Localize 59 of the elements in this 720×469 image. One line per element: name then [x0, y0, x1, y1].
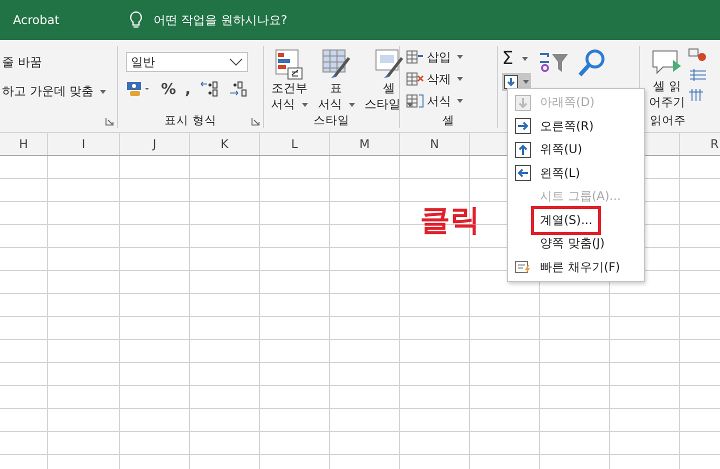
column-header[interactable]: N	[400, 133, 470, 155]
decrease-decimal-icon[interactable]	[228, 80, 249, 98]
read-cells-button[interactable]: 셀 읽 어주기	[646, 48, 688, 110]
table-format-icon	[321, 48, 352, 80]
dialog-launcher-icon[interactable]	[105, 117, 114, 126]
caret-icon	[457, 77, 463, 81]
flash-fill-icon	[515, 259, 531, 276]
menu-item[interactable]: 계열(S)...	[508, 208, 644, 232]
conditional-format-icon	[274, 48, 304, 80]
arrow-up-icon	[515, 142, 531, 158]
autosum-button[interactable]: Σ	[502, 48, 531, 69]
click-annotation: 클릭	[420, 202, 480, 240]
caret-icon	[457, 55, 463, 59]
caret-icon	[523, 80, 529, 84]
tell-me-search[interactable]: 어떤 작업을 원하시나요?	[153, 12, 288, 28]
column-header[interactable]: H	[0, 133, 48, 155]
column-header[interactable]: I	[48, 133, 120, 155]
caret-icon	[348, 102, 355, 107]
increase-decimal-icon[interactable]	[200, 80, 220, 98]
merge-center-button[interactable]: 하고 가운데 맞춤	[2, 83, 117, 100]
caret-icon	[100, 90, 106, 94]
dialog-launcher-icon[interactable]	[251, 117, 260, 126]
percent-button[interactable]: %	[161, 80, 176, 98]
conditional-style-button[interactable]: 조건부 서식	[268, 48, 311, 112]
group-label: 스타일	[312, 113, 350, 128]
caret-icon	[522, 57, 528, 62]
menu-item[interactable]: 오른쪽(R)	[508, 114, 644, 138]
by-rows-icon[interactable]	[688, 68, 708, 82]
arrow-left-icon	[515, 165, 531, 182]
format-cells-icon	[406, 94, 424, 108]
column-header[interactable]: K	[190, 133, 260, 155]
wrap-text-button[interactable]: 줄 바꿈	[2, 54, 117, 71]
comma-button[interactable]: ,	[185, 80, 191, 98]
arrow-right-icon	[515, 118, 531, 134]
arrow-down-icon	[515, 94, 531, 111]
group-label: 표시 형식	[164, 113, 218, 128]
group-label: 읽어주	[650, 113, 686, 128]
insert-cells-icon	[406, 50, 424, 64]
cell-style-icon	[374, 48, 404, 80]
acrobat-tab[interactable]: Acrobat	[13, 13, 60, 27]
column-header[interactable]: M	[330, 133, 400, 155]
caret-icon	[302, 102, 308, 107]
lightbulb-icon	[129, 11, 144, 29]
delete-cells-icon	[406, 72, 424, 86]
menu-item[interactable]: 위쪽(U)	[508, 138, 644, 162]
caret-icon	[407, 102, 414, 107]
stop-reading-icon[interactable]	[688, 48, 708, 62]
menu-item[interactable]: 빠른 채우기(F)	[508, 256, 644, 279]
column-header[interactable]: L	[260, 133, 330, 155]
group-label: 셀	[442, 113, 456, 128]
menu-item[interactable]: 양쪽 맞춤(J)	[508, 232, 644, 256]
column-header[interactable]: J	[120, 133, 190, 155]
chevron-down-icon	[229, 58, 243, 66]
caret-icon	[457, 99, 463, 103]
table-style-button[interactable]: 표 서식	[314, 48, 358, 112]
number-format-dropdown[interactable]: 일반	[126, 52, 248, 72]
currency-icon[interactable]	[126, 81, 152, 97]
menu-item[interactable]: 왼쪽(L)	[508, 162, 644, 185]
column-header[interactable]: R	[680, 133, 720, 155]
